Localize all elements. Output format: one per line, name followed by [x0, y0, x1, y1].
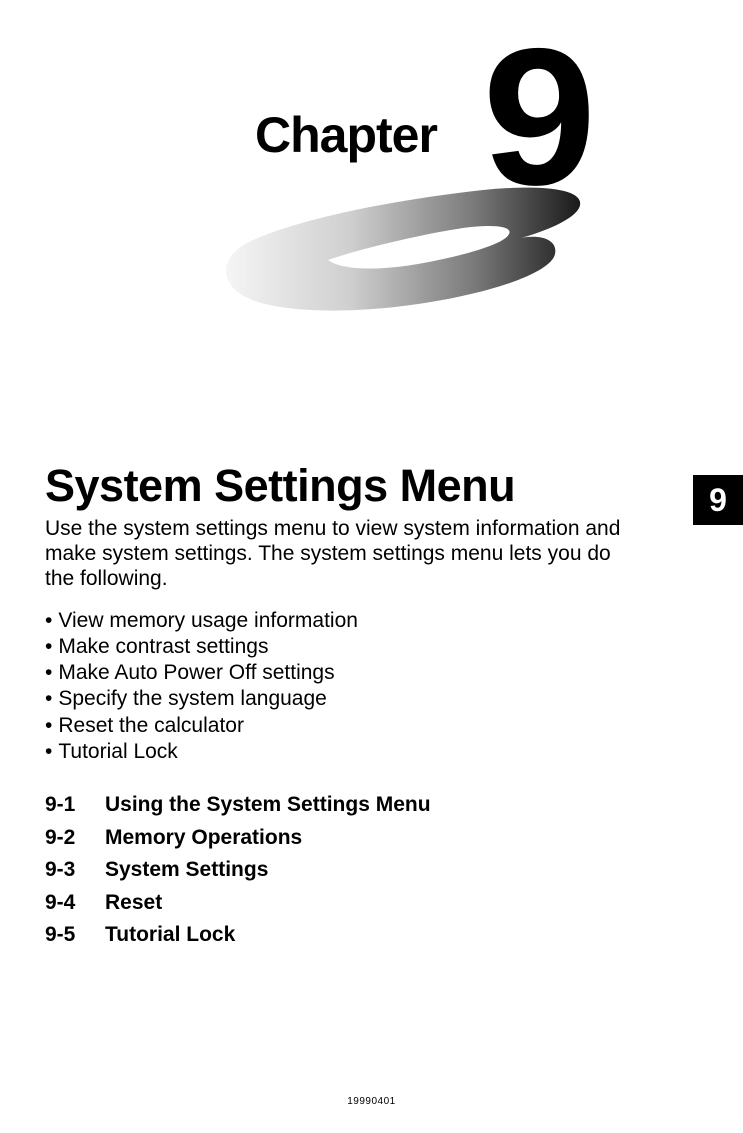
toc-title: Tutorial Lock — [105, 919, 235, 952]
list-item: •Reset the calculator — [45, 713, 698, 739]
list-item: •Specify the system language — [45, 686, 698, 712]
bullet-icon: • — [45, 686, 52, 712]
toc-title: Using the System Settings Menu — [105, 789, 431, 822]
chapter-header: Chapter 9 — [45, 30, 698, 360]
bullet-text: Specify the system language — [58, 686, 327, 712]
side-tab: 9 — [693, 475, 743, 525]
toc-item: 9-2Memory Operations — [45, 822, 698, 855]
bullet-text: Reset the calculator — [58, 713, 244, 739]
toc-item: 9-3System Settings — [45, 854, 698, 887]
bullet-icon: • — [45, 608, 52, 634]
bullet-icon: • — [45, 660, 52, 686]
chapter-label: Chapter — [255, 106, 437, 164]
list-item: •Make contrast settings — [45, 634, 698, 660]
bullet-icon: • — [45, 713, 52, 739]
toc-title: Memory Operations — [105, 822, 302, 855]
toc-number: 9-5 — [45, 919, 105, 952]
bullet-list: •View memory usage information •Make con… — [45, 608, 698, 766]
toc-item: 9-1Using the System Settings Menu — [45, 789, 698, 822]
intro-paragraph: Use the system settings menu to view sys… — [45, 516, 645, 592]
page: Chapter 9 System Settings Menu 9 Use the… — [0, 0, 743, 1133]
list-item: •Make Auto Power Off settings — [45, 660, 698, 686]
list-item: •Tutorial Lock — [45, 739, 698, 765]
toc-title: Reset — [105, 887, 162, 920]
bullet-text: Make contrast settings — [58, 634, 268, 660]
toc-list: 9-1Using the System Settings Menu 9-2Mem… — [45, 789, 698, 952]
page-title: System Settings Menu — [45, 460, 698, 512]
footer-code: 19990401 — [0, 1096, 743, 1107]
toc-number: 9-3 — [45, 854, 105, 887]
toc-item: 9-5Tutorial Lock — [45, 919, 698, 952]
toc-title: System Settings — [105, 854, 268, 887]
toc-number: 9-4 — [45, 887, 105, 920]
toc-number: 9-2 — [45, 822, 105, 855]
list-item: •View memory usage information — [45, 608, 698, 634]
toc-item: 9-4Reset — [45, 887, 698, 920]
bullet-icon: • — [45, 634, 52, 660]
toc-number: 9-1 — [45, 789, 105, 822]
bullet-text: Tutorial Lock — [58, 739, 177, 765]
chapter-number-large: 9 — [482, 20, 587, 215]
side-tab-number: 9 — [709, 482, 727, 519]
bullet-text: View memory usage information — [58, 608, 358, 634]
bullet-icon: • — [45, 739, 52, 765]
bullet-text: Make Auto Power Off settings — [58, 660, 334, 686]
